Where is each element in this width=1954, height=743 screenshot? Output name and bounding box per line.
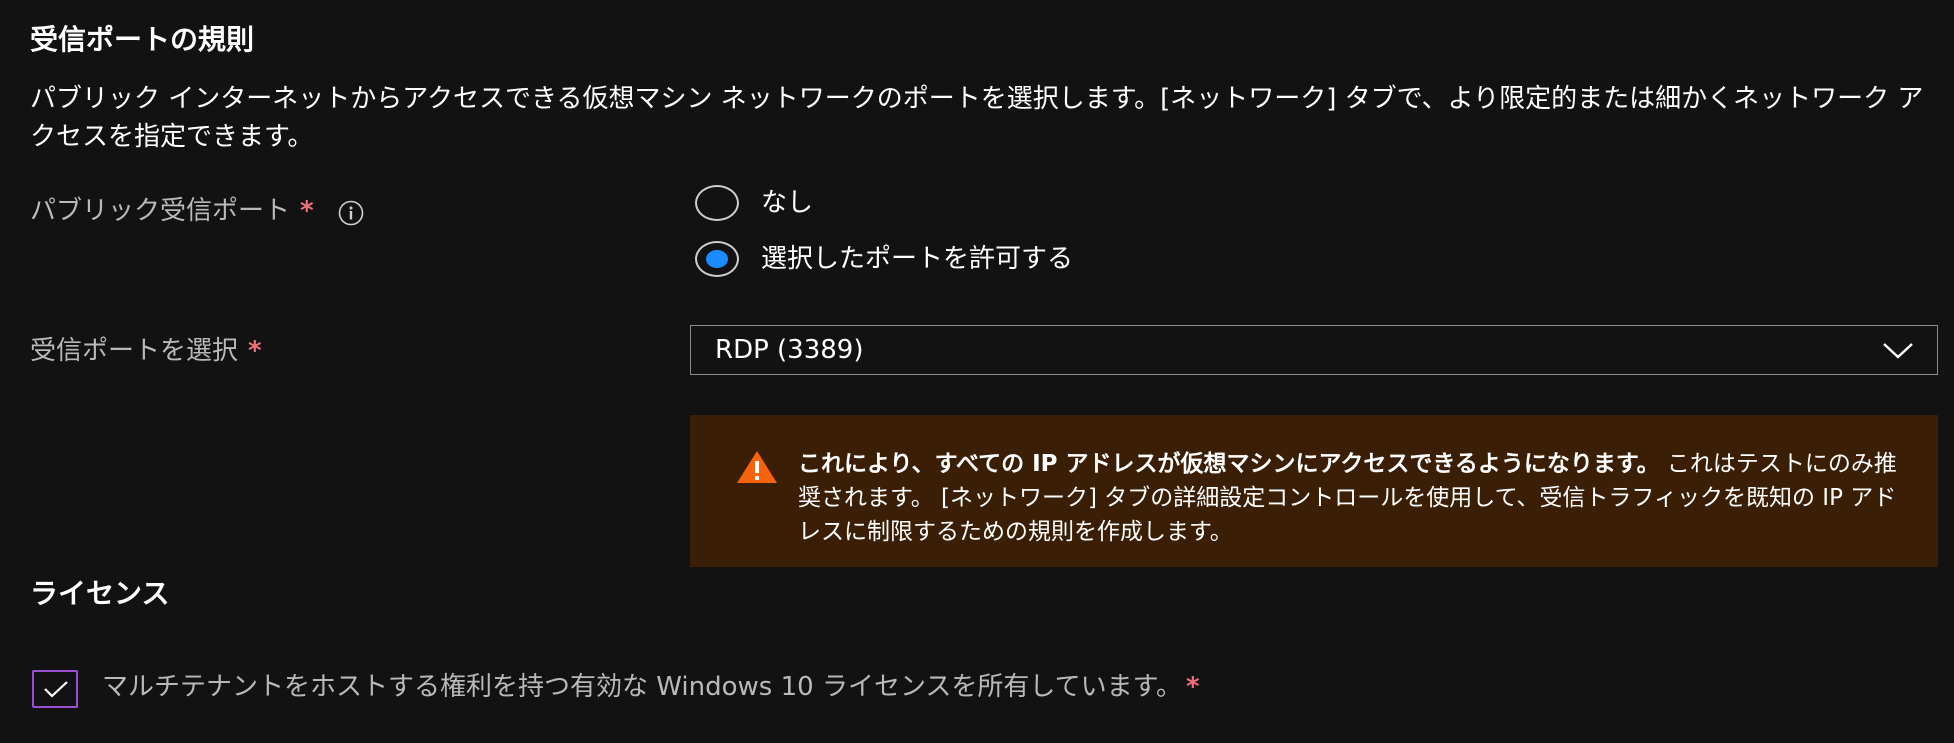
radio-option-none[interactable]: なし [695,183,813,223]
required-asterisk: * [300,196,314,226]
inbound-rules-title: 受信ポートの規則 [30,23,255,56]
inbound-ports-dropdown[interactable]: RDP (3389) [690,325,1938,375]
licensing-title: ライセンス [30,577,170,610]
public-ports-label: パブリック受信ポート [30,196,291,226]
radio-button-allow-selected[interactable] [695,241,739,277]
chevron-down-icon [1883,343,1913,359]
radio-button-none[interactable] [695,185,739,221]
license-checkbox-text: マルチテナントをホストする権利を持つ有効な Windows 10 ライセンスを所… [102,672,1183,702]
required-asterisk: * [1186,672,1200,702]
warning-bold-text: これにより、すべての IP アドレスが仮想マシンにアクセスできるようになります。 [798,451,1660,477]
license-checkbox-label[interactable]: マルチテナントをホストする権利を持つ有効な Windows 10 ライセンスを所… [102,667,1242,707]
public-ports-label-row: パブリック受信ポート * [30,191,364,231]
inbound-rules-description: パブリック インターネットからアクセスできる仮想マシン ネットワークのポートを選… [30,84,1924,152]
warning-banner: これにより、すべての IP アドレスが仮想マシンにアクセスできるようになります。… [690,415,1938,567]
required-asterisk: * [248,336,262,366]
dropdown-value: RDP (3389) [715,335,864,365]
checkmark-icon [44,681,68,698]
vm-create-page: 受信ポートの規則 パブリック インターネットからアクセスできる仮想マシン ネット… [0,0,1954,743]
radio-option-allow-selected[interactable]: 選択したポートを許可する [695,239,1073,279]
select-ports-label-row: 受信ポートを選択 * [30,331,262,371]
license-checkbox[interactable] [32,670,78,708]
warning-text: これにより、すべての IP アドレスが仮想マシンにアクセスできるようになります。… [798,447,1898,549]
info-icon[interactable] [338,198,364,226]
radio-label-none: なし [761,188,814,218]
select-ports-label: 受信ポートを選択 [30,336,239,366]
radio-label-allow-selected: 選択したポートを許可する [761,244,1074,274]
warning-icon [737,451,777,483]
